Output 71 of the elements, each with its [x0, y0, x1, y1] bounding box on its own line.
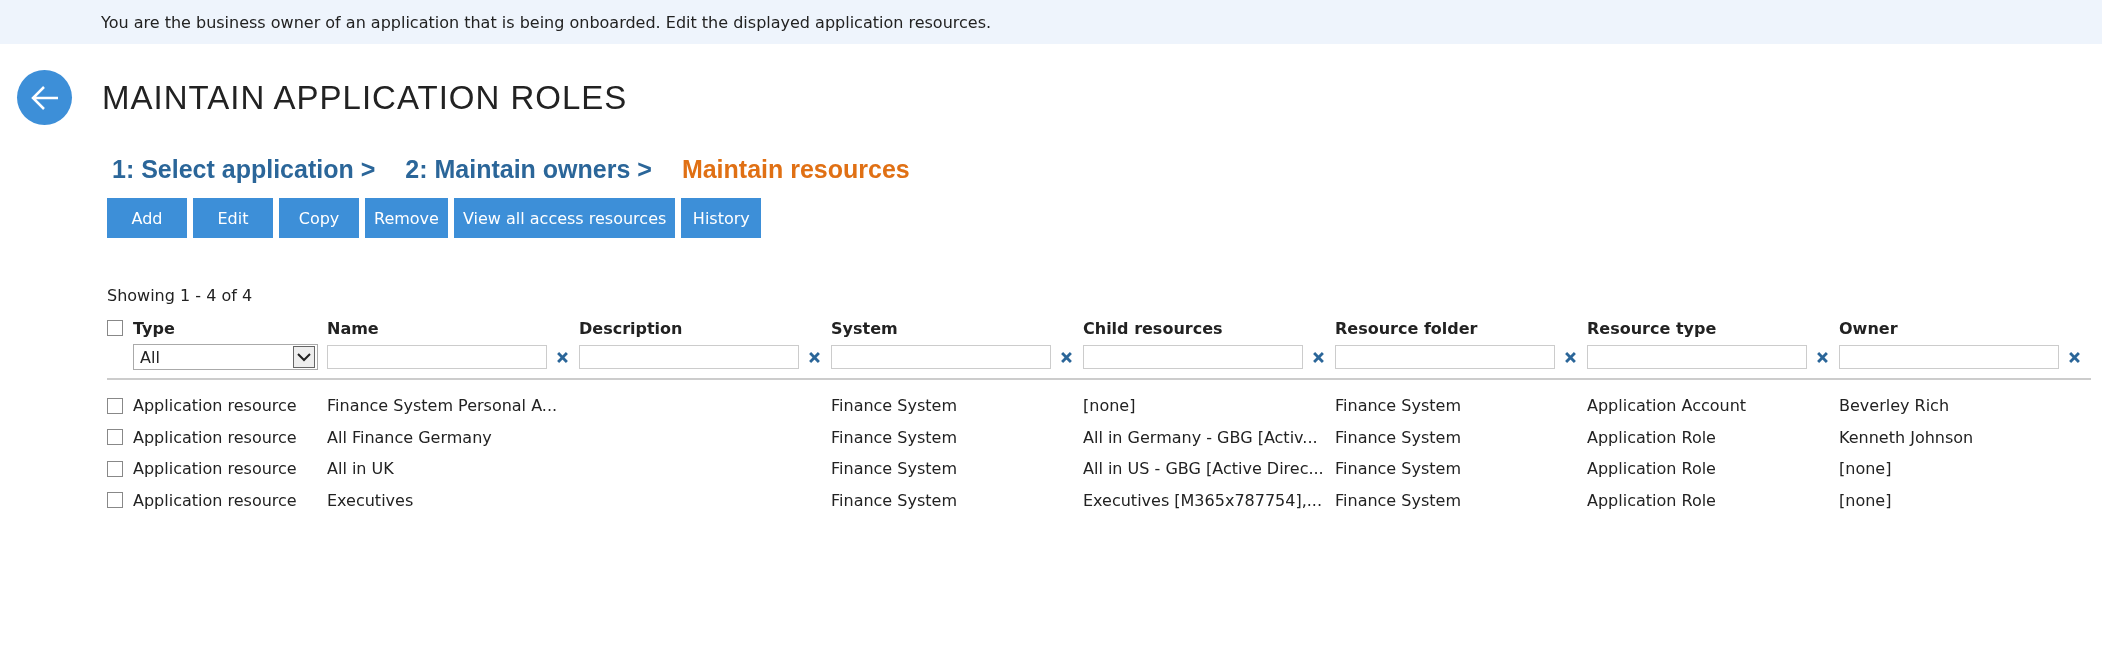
toolbar-button[interactable]: View all access resources	[453, 198, 676, 238]
chevron-down-icon	[293, 346, 315, 368]
table-cell: All Finance Germany	[327, 427, 492, 447]
column-header: Type	[133, 318, 176, 340]
table-cell: Finance System	[831, 459, 957, 479]
table-cell: Application Role	[1587, 490, 1716, 510]
table-cell: Finance System	[831, 396, 957, 416]
wizard-step[interactable]: 1: Select application >	[112, 155, 376, 184]
table-cell: [none]	[1083, 396, 1136, 416]
filter-field[interactable]	[1335, 345, 1555, 369]
table-cell: Finance System	[1335, 459, 1461, 479]
column-header: System	[831, 318, 899, 340]
table-cell: Kenneth Johnson	[1839, 427, 1974, 447]
table-cell: Application Account	[1587, 396, 1747, 416]
wizard-step[interactable]: 2: Maintain owners >	[405, 155, 652, 184]
table-cell: Executives [M365x787754],...	[1083, 490, 1323, 510]
clear-icon[interactable]	[557, 351, 568, 363]
table-cell: All in Germany - GBG [Activ...	[1083, 427, 1318, 447]
filter-field[interactable]	[831, 345, 1051, 369]
type-filter-select[interactable]: All	[133, 344, 318, 370]
filter-field[interactable]	[1839, 345, 2059, 369]
column-header: Child resources	[1083, 318, 1224, 340]
clear-icon[interactable]	[1565, 351, 1576, 363]
column-header: Resource type	[1587, 318, 1718, 340]
filter-field[interactable]	[1083, 345, 1303, 369]
clear-icon[interactable]	[1817, 351, 1828, 363]
column-header: Description	[579, 318, 684, 340]
toolbar-button[interactable]: History	[681, 198, 762, 238]
filter-field[interactable]	[579, 345, 799, 369]
column-header: Resource folder	[1335, 318, 1479, 340]
table-cell: Finance System	[1335, 396, 1461, 416]
table-cell: All in US - GBG [Active Direc...	[1083, 459, 1324, 479]
back-button[interactable]	[17, 70, 72, 125]
clear-icon[interactable]	[1061, 351, 1072, 363]
clear-icon[interactable]	[809, 351, 820, 363]
toolbar-button[interactable]: Edit	[193, 198, 273, 238]
table-cell: Finance System	[1335, 490, 1461, 510]
table-cell: Application resource	[133, 490, 297, 510]
result-count: Showing 1 - 4 of 4	[106, 285, 254, 305]
table-cell: Application resource	[133, 427, 297, 447]
row-checkbox[interactable]	[107, 429, 123, 446]
table-cell: [none]	[1839, 490, 1892, 510]
table-cell: All in UK	[327, 459, 394, 479]
toolbar-button[interactable]: Copy	[279, 198, 359, 238]
page-title: MAINTAIN APPLICATION ROLES	[102, 78, 628, 117]
row-checkbox[interactable]	[107, 492, 123, 509]
row-checkbox[interactable]	[107, 460, 123, 477]
table-cell: Finance System	[831, 427, 957, 447]
filter-field[interactable]	[327, 345, 547, 369]
table-cell: Application resource	[133, 459, 297, 479]
table-cell: Finance System	[1335, 427, 1461, 447]
select-all-checkbox[interactable]	[107, 319, 123, 336]
column-header: Owner	[1839, 318, 1899, 340]
clear-icon[interactable]	[1313, 351, 1324, 363]
row-checkbox[interactable]	[107, 397, 123, 414]
toolbar-button[interactable]: Remove	[365, 198, 448, 238]
table-cell: Beverley Rich	[1839, 396, 1950, 416]
clear-icon[interactable]	[2069, 351, 2080, 363]
info-banner: You are the business owner of an application that is being onboarded. Edit the displayed application resources.	[0, 0, 2102, 44]
toolbar-button[interactable]: Add	[107, 198, 187, 238]
table-cell: Application resource	[133, 396, 297, 416]
table-cell: [none]	[1839, 459, 1892, 479]
filter-field[interactable]	[1587, 345, 1807, 369]
table-cell: Application Role	[1587, 427, 1716, 447]
left-arrow-icon	[29, 84, 60, 111]
table-cell: Finance System	[831, 490, 957, 510]
wizard-step[interactable]: Maintain resources	[681, 155, 910, 184]
table-cell: Application Role	[1587, 459, 1716, 479]
table-cell: Executives	[327, 490, 414, 510]
column-header: Name	[327, 318, 380, 340]
table-cell: Finance System Personal A...	[327, 396, 558, 416]
